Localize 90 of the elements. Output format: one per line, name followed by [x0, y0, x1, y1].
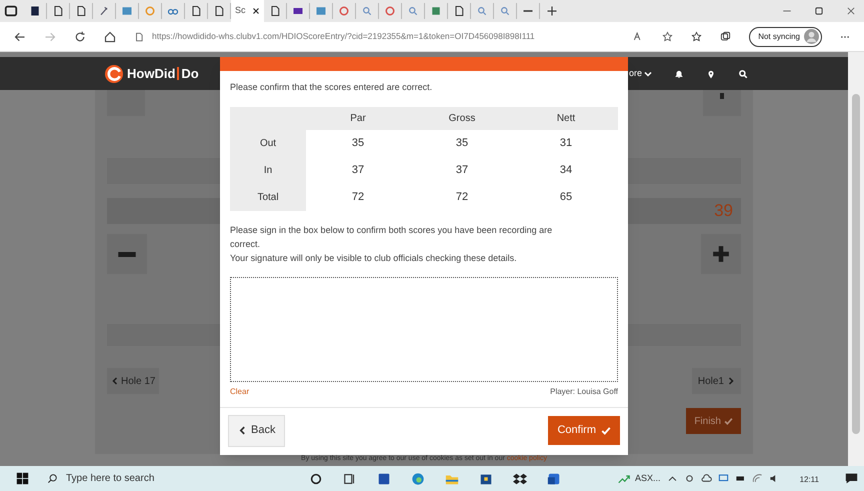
stocks-widget[interactable]: ASX... — [635, 472, 661, 486]
search-icon — [360, 5, 373, 17]
wifi-icon[interactable] — [752, 473, 763, 484]
scrollbar[interactable] — [848, 52, 864, 466]
monitor-icon[interactable] — [718, 473, 729, 484]
pen-icon — [98, 5, 110, 17]
search-icon[interactable] — [738, 68, 748, 78]
home-icon[interactable] — [104, 30, 116, 42]
page-icon — [268, 5, 281, 17]
close-icon[interactable] — [252, 7, 260, 15]
clear-link[interactable]: Clear — [230, 386, 250, 398]
signature-field[interactable] — [230, 276, 618, 382]
browser-tab[interactable]: Sc — [231, 0, 264, 22]
back-arrow-icon[interactable] — [14, 30, 26, 42]
restore-icon[interactable] — [814, 6, 824, 16]
confirm-button[interactable]: Confirm — [548, 416, 620, 445]
sync-button[interactable]: Not syncing — [749, 26, 822, 46]
intro-text: Please confirm that the scores entered are correct. — [230, 81, 434, 94]
clock-time[interactable]: 12:11 — [800, 474, 819, 486]
page-icon — [452, 5, 465, 17]
task-view-icon[interactable] — [343, 472, 357, 486]
table-cell-text: 65 — [558, 190, 574, 205]
page-icon — [75, 5, 87, 17]
app-tile-icon[interactable] — [377, 472, 391, 486]
table-cell-text: 37 — [454, 162, 470, 178]
table-cell-text: 31 — [558, 136, 574, 151]
chevron-down-icon — [644, 70, 652, 78]
tab-actions-icon — [4, 4, 18, 18]
table-cell-text: 37 — [350, 162, 366, 178]
star-icon[interactable] — [662, 31, 674, 42]
mail-icon — [292, 5, 304, 17]
cloud-icon[interactable] — [700, 473, 712, 484]
check-icon — [724, 416, 733, 426]
chevron-left-icon — [111, 377, 119, 385]
logo-text: HowDid Do — [127, 64, 199, 83]
page-icon — [190, 5, 202, 17]
minus-icon — [118, 252, 136, 256]
check-icon — [601, 426, 611, 436]
cortana-circle-icon[interactable] — [309, 472, 323, 486]
row-label: In — [230, 156, 306, 184]
chevron-right-icon — [727, 377, 735, 385]
sign-instructions: Please sign in the box below to confirm both scores you have been recording are correct. — [230, 224, 554, 250]
table-cell-text: 72 — [350, 190, 366, 205]
refresh-icon[interactable] — [74, 30, 86, 42]
search-icon — [406, 5, 419, 17]
column-header: Par — [306, 106, 410, 130]
table-cell-text: 72 — [454, 190, 470, 205]
windows-start-icon[interactable] — [16, 472, 29, 485]
plus-icon — [712, 245, 730, 263]
circle-icon — [144, 5, 156, 17]
table-cell-text: 35 — [454, 136, 470, 151]
close-icon[interactable] — [846, 6, 856, 16]
column-header: Gross — [410, 106, 514, 130]
minus-button[interactable] — [107, 234, 147, 274]
page-icon — [52, 5, 64, 17]
privacy-note: Your signature will only be visible to club officials checking these details. — [230, 252, 518, 264]
address-field[interactable]: https://howdidido-whs.clubv1.com/HDIOScoreEntry/?cid=2192355&m=1&token=OI7D456098I898I111 — [152, 30, 535, 43]
page-button[interactable] — [703, 90, 741, 116]
ring-icon — [384, 5, 396, 17]
search-icon — [498, 5, 511, 17]
trend-up-icon — [617, 472, 632, 484]
table-cell-text: 35 — [350, 136, 366, 151]
image-icon — [121, 5, 133, 17]
notification-icon[interactable] — [845, 472, 858, 485]
column-header: Nett — [514, 106, 618, 130]
score-value: 39 — [714, 200, 733, 222]
ring-icon — [338, 5, 350, 17]
row-label: Total — [230, 184, 306, 210]
search-icon — [476, 5, 488, 17]
image-icon — [314, 5, 327, 17]
chevron-left-icon — [238, 426, 247, 435]
page-icon — [213, 5, 225, 17]
player-name: Player: Louisa Goff — [550, 386, 618, 398]
search-icon — [47, 473, 58, 484]
nav-link[interactable]: ore — [628, 66, 652, 80]
square-icon — [430, 5, 442, 17]
row-label: Out — [230, 130, 306, 156]
bell-icon[interactable] — [674, 68, 684, 78]
logo-icon — [105, 64, 123, 82]
new-tab-icon[interactable] — [546, 5, 558, 17]
avatar-icon — [804, 29, 819, 44]
collections-icon[interactable] — [720, 31, 732, 42]
dark-square-icon — [29, 5, 41, 17]
favorites-icon[interactable] — [691, 31, 702, 42]
plus-button[interactable] — [701, 234, 741, 274]
table-cell-text: 34 — [558, 162, 574, 178]
page-icon — [134, 32, 144, 42]
map-pin-icon[interactable] — [706, 68, 716, 78]
back-button[interactable]: Back — [228, 414, 286, 446]
taskbar-search-field[interactable]: Type here to search — [47, 471, 257, 486]
